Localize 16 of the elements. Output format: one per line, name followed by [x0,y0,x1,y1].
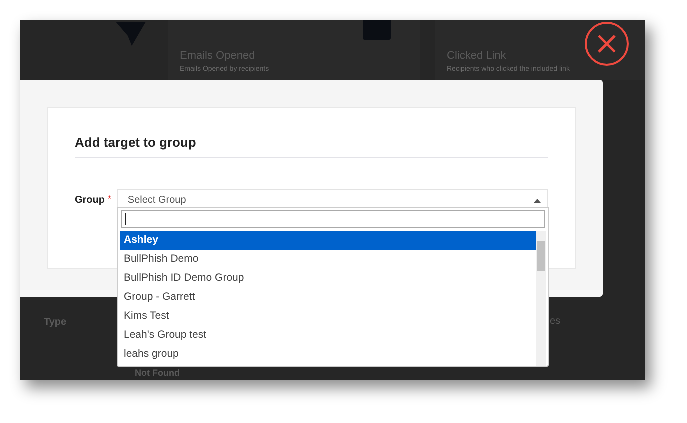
dropdown-option[interactable]: BullPhish Demo [120,250,536,269]
close-button[interactable] [585,22,629,66]
field-label: Group [75,194,105,208]
dropdown-option[interactable]: Group - Garrett [120,288,536,307]
dropdown-option[interactable]: BullPhish ID Demo Group [120,269,536,288]
search-field[interactable] [121,210,545,228]
dropdown-option[interactable]: leahs group [120,345,536,364]
dropdown-option[interactable]: Kims Test [120,307,536,326]
required-mark: * [108,193,112,206]
dropdown-option[interactable]: Leah's Group test [120,326,536,345]
scroll-thumb[interactable] [537,241,546,271]
select-placeholder: Select Group [128,194,186,208]
modal-title: Add target to group [75,134,198,152]
scrollbar[interactable] [536,231,546,366]
close-icon [597,34,617,54]
dropdown-option[interactable]: Ashley [120,231,536,250]
